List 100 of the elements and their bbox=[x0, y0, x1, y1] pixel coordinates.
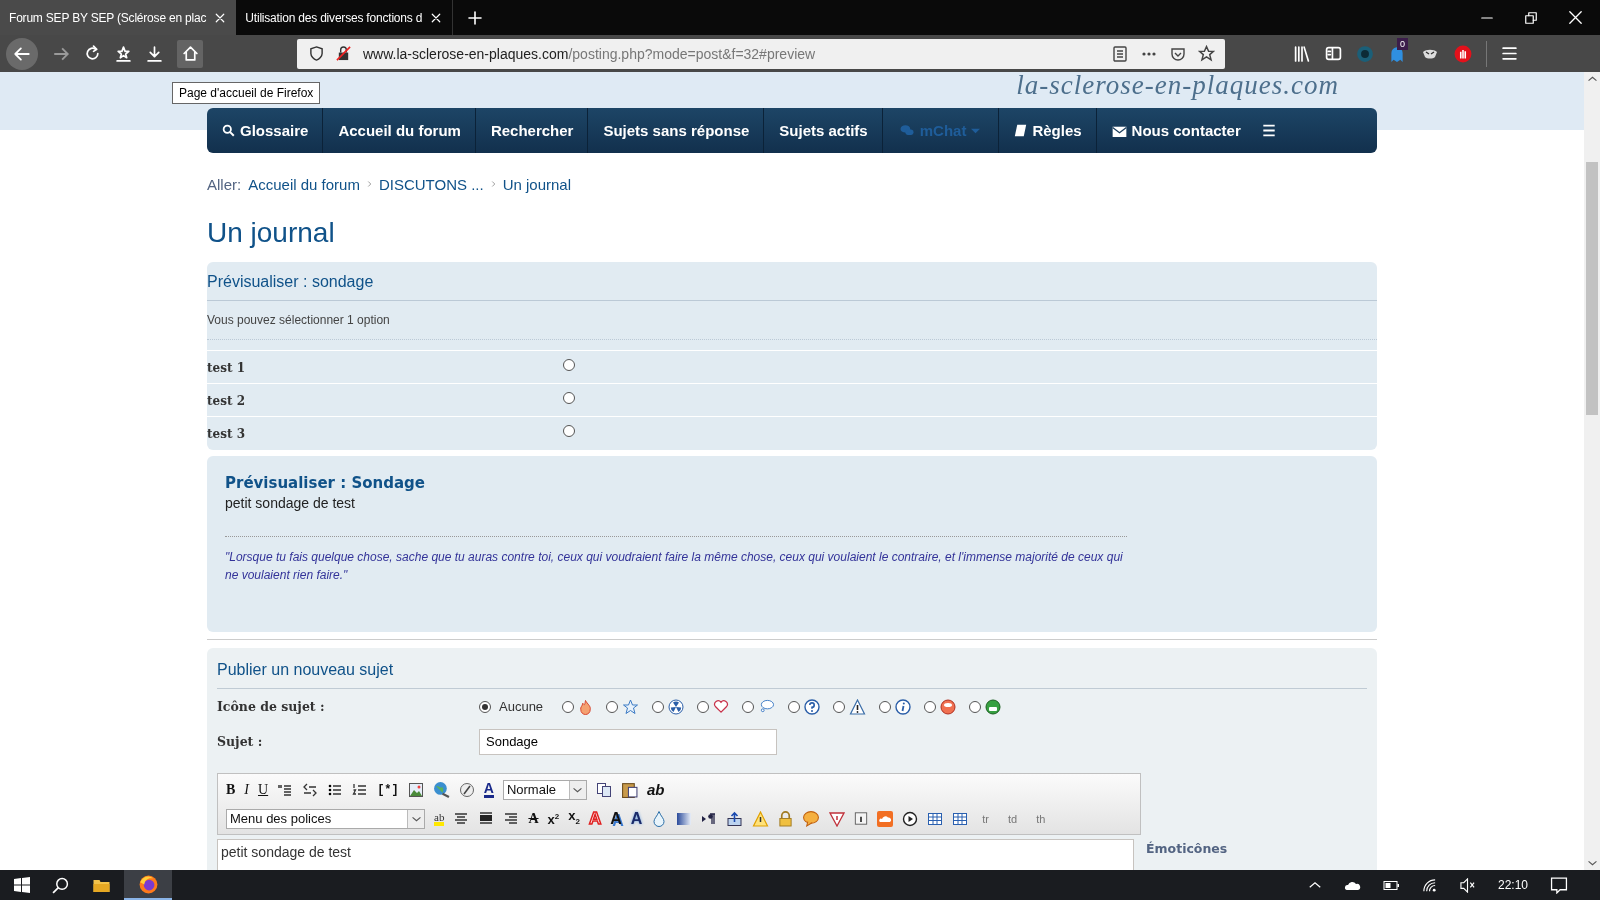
nav-link[interactable]: Accueil du forum bbox=[323, 108, 476, 153]
table-icon[interactable] bbox=[927, 810, 944, 827]
address-bar[interactable]: www.la-sclerose-en-plaques.com/posting.php?mode=post&f=32#preview bbox=[297, 38, 1225, 69]
message-field[interactable]: petit sondage de test bbox=[217, 839, 1134, 870]
radio-button[interactable] bbox=[697, 700, 710, 713]
browser-tab[interactable]: Forum SEP BY SEP (Sclérose en plac bbox=[0, 0, 237, 35]
battery-icon[interactable] bbox=[1382, 879, 1400, 891]
format-button[interactable]: I bbox=[244, 781, 249, 798]
wifi-icon[interactable] bbox=[1421, 877, 1437, 893]
cloud-icon[interactable] bbox=[1342, 879, 1361, 891]
reload-icon[interactable] bbox=[84, 45, 101, 62]
radio-button[interactable] bbox=[969, 700, 982, 713]
format-button[interactable]: A bbox=[630, 810, 643, 827]
nav-link[interactable]: Sujets sans réponse bbox=[588, 108, 765, 153]
subject-field[interactable]: Sondage bbox=[479, 728, 777, 755]
format-button[interactable]: x$_{2}$ bbox=[568, 807, 580, 830]
speech-bubble-icon[interactable] bbox=[802, 810, 821, 827]
copy-icon[interactable] bbox=[595, 781, 612, 798]
menu-icon[interactable] bbox=[1501, 45, 1518, 62]
format-button[interactable]: th bbox=[1036, 810, 1046, 827]
padlock-icon[interactable] bbox=[778, 810, 794, 827]
format-button[interactable]: ab bbox=[646, 781, 665, 798]
clipboard-icon[interactable] bbox=[620, 781, 638, 798]
breadcrumb-link[interactable]: DISCUTONS ... bbox=[378, 175, 484, 193]
windows-icon[interactable] bbox=[14, 877, 30, 893]
scroll-down-icon[interactable] bbox=[1587, 860, 1597, 866]
nav-link[interactable]: Rechercher bbox=[475, 108, 589, 153]
shield-icon[interactable] bbox=[309, 46, 324, 61]
droplet-icon[interactable] bbox=[651, 810, 668, 827]
nav-link[interactable]: Règles bbox=[999, 108, 1097, 153]
restore-icon[interactable] bbox=[1525, 11, 1537, 24]
pocket-icon[interactable] bbox=[1170, 45, 1186, 62]
scroll-up-icon[interactable] bbox=[1587, 76, 1597, 82]
format-button[interactable]: A bbox=[610, 810, 622, 827]
home-button[interactable] bbox=[177, 39, 203, 68]
download-icon[interactable] bbox=[146, 45, 163, 62]
justify-icon[interactable] bbox=[478, 810, 495, 827]
close-icon[interactable] bbox=[1569, 11, 1582, 24]
gradient-icon[interactable] bbox=[676, 810, 693, 827]
radio-button[interactable] bbox=[742, 700, 755, 713]
radio-button[interactable] bbox=[563, 359, 575, 371]
format-button[interactable]: A bbox=[528, 810, 539, 827]
library-icon[interactable] bbox=[1293, 45, 1311, 62]
radio-button[interactable] bbox=[563, 425, 575, 437]
stop-hand-icon[interactable] bbox=[1454, 44, 1472, 63]
nav-link[interactable]: Glossaire bbox=[207, 108, 324, 153]
breadcrumb-link[interactable]: Un journal bbox=[502, 175, 572, 193]
taskbar-app[interactable] bbox=[124, 870, 172, 900]
star-tray-icon[interactable] bbox=[115, 45, 132, 62]
radio-button[interactable] bbox=[563, 392, 575, 404]
breadcrumb-link[interactable]: Accueil du forum bbox=[248, 175, 360, 193]
close-icon[interactable] bbox=[214, 11, 227, 24]
radio-button[interactable] bbox=[833, 700, 846, 713]
numbered-list-icon[interactable] bbox=[352, 781, 369, 798]
table-icon[interactable] bbox=[952, 810, 969, 827]
clock-time[interactable]: 22:10 bbox=[1497, 878, 1528, 892]
radio-button[interactable] bbox=[788, 700, 801, 713]
chevron-up-icon[interactable] bbox=[1308, 881, 1321, 889]
code-icon[interactable] bbox=[302, 781, 319, 798]
radio-button[interactable] bbox=[879, 700, 892, 713]
crossed-lock-icon[interactable] bbox=[336, 46, 351, 61]
radio-button[interactable] bbox=[606, 700, 619, 713]
format-button[interactable]: tr bbox=[982, 810, 990, 827]
scrollbar[interactable] bbox=[1584, 72, 1600, 870]
format-button[interactable]: U bbox=[258, 781, 269, 798]
document-icon[interactable] bbox=[854, 810, 869, 827]
search-icon[interactable] bbox=[52, 876, 69, 894]
format-button[interactable]: ab bbox=[434, 811, 445, 826]
url-text[interactable]: www.la-sclerose-en-plaques.com/posting.php?mode=post&f=32#preview bbox=[363, 45, 816, 62]
align-center-icon[interactable] bbox=[453, 810, 470, 827]
direction-icon[interactable] bbox=[701, 810, 718, 827]
folder-icon[interactable] bbox=[91, 877, 110, 893]
format-button[interactable]: x$^{2}$ bbox=[547, 808, 560, 829]
format-button[interactable]: [*] bbox=[377, 781, 399, 798]
star-icon[interactable] bbox=[1198, 45, 1215, 62]
format-button[interactable]: B bbox=[226, 781, 236, 798]
radio-button[interactable] bbox=[924, 700, 937, 713]
play-icon[interactable] bbox=[902, 810, 919, 827]
back-button[interactable] bbox=[6, 37, 38, 70]
disc-icon[interactable] bbox=[458, 781, 475, 798]
align-right-icon[interactable] bbox=[503, 810, 520, 827]
dropdown[interactable]: Menu des polices bbox=[226, 808, 425, 829]
radio-button[interactable] bbox=[479, 700, 491, 713]
mute-icon[interactable] bbox=[1458, 877, 1476, 893]
radio-button[interactable] bbox=[562, 700, 575, 713]
triangle-icon[interactable] bbox=[829, 810, 846, 827]
reader-icon[interactable] bbox=[1112, 45, 1128, 62]
radio-button[interactable] bbox=[652, 700, 665, 713]
format-button[interactable]: A bbox=[483, 781, 494, 798]
site-logo[interactable]: la-sclerose-en-plaques.com bbox=[1016, 72, 1339, 108]
nav-link[interactable]: Nous contacter bbox=[1096, 108, 1247, 153]
globe-icon[interactable] bbox=[432, 781, 450, 798]
scroll-thumb[interactable] bbox=[1586, 162, 1598, 415]
new-tab-icon[interactable] bbox=[467, 9, 484, 26]
nav-link[interactable]: Sujets actifs bbox=[764, 108, 883, 153]
dropdown[interactable]: Normale bbox=[502, 779, 587, 800]
sidebar-icon[interactable] bbox=[1325, 45, 1342, 62]
notification-icon[interactable] bbox=[1550, 876, 1568, 894]
format-button[interactable]: td bbox=[1008, 810, 1018, 827]
image-icon[interactable] bbox=[407, 781, 424, 798]
